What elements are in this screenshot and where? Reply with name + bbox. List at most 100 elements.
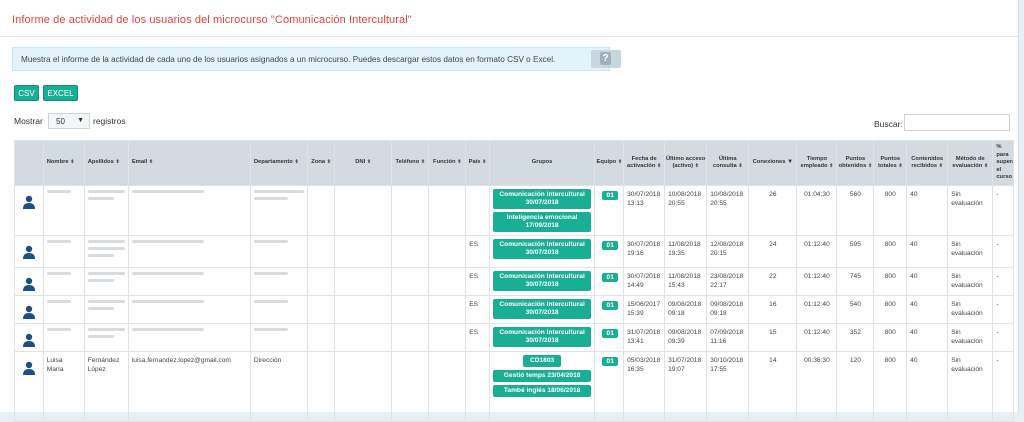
col-porcentaje[interactable]: % para superar el curso	[992, 140, 1014, 186]
col-contenidos[interactable]: Contenidos recibidos ⬍	[906, 140, 949, 186]
departamento-cell	[249, 323, 309, 352]
divider	[0, 36, 1018, 37]
consulta-cell-value: 07/09/2018 11:16	[710, 329, 744, 345]
acceso-cell-value: 11/08/2018 15:43	[668, 273, 701, 289]
csv-button[interactable]: CSV	[14, 85, 39, 101]
table-row[interactable]: Luisa María Fernández López luisa.fernande…	[14, 351, 1014, 422]
obtenidos-cell-value: 120	[849, 357, 861, 364]
funcion-cell	[428, 185, 467, 236]
funcion-cell	[428, 267, 467, 296]
col-departamento[interactable]: Departamento ⬍	[249, 140, 309, 186]
help-button[interactable]: ?	[591, 50, 621, 68]
metodo-cell-value: Sin evaluación	[951, 273, 983, 289]
table-row[interactable]: ES Comunicación Intercultural 30/07/2018 0…	[14, 295, 1014, 324]
excel-button[interactable]: EXCEL	[43, 85, 78, 101]
dni-cell	[333, 267, 393, 296]
telefono-cell	[391, 267, 430, 296]
table-row[interactable]: ES Comunicación Intercultural 30/07/2018 0…	[14, 267, 1014, 296]
contenidos-cell: 40	[906, 351, 949, 422]
pais-cell-value: ES	[469, 329, 478, 336]
porcentaje-cell: -	[992, 235, 1014, 268]
apellidos-cell	[83, 295, 129, 324]
metodo-cell: Sin evaluación	[947, 323, 994, 352]
porcentaje-cell-value: -	[996, 241, 999, 248]
departamento-cell	[249, 235, 309, 268]
grupos-cell: Comunicación Intercultural 30/07/2018 Int…	[488, 185, 596, 236]
col-email[interactable]: Email ⬍	[127, 140, 251, 186]
telefono-cell	[391, 323, 430, 352]
col-metodo[interactable]: Método de evaluación ⬍	[947, 140, 994, 186]
table-row[interactable]: Comunicación Intercultural 30/07/2018 Int…	[14, 185, 1014, 236]
col-equipo[interactable]: Equipo ⬍	[594, 140, 625, 186]
consulta-cell: 23/08/2018 22:17	[706, 267, 750, 296]
nombre-cell	[42, 295, 85, 324]
col-puntos-obtenidos[interactable]: Puntos obtenidos ⬍	[836, 140, 875, 186]
telefono-cell	[391, 295, 430, 324]
col-tiempo[interactable]: Tiempo empleado ⬍	[796, 140, 838, 186]
search-input[interactable]	[904, 114, 1010, 131]
col-puntos-totales[interactable]: Puntos totales ⬍	[873, 140, 908, 186]
obtenidos-cell-value: 560	[849, 191, 861, 198]
sort-icon: ⬍	[420, 159, 426, 166]
contenidos-cell-value: 40	[910, 329, 918, 336]
info-alert: Muestra el informe de la actividad de ca…	[12, 47, 621, 71]
pais-cell	[465, 185, 490, 236]
col-grupos[interactable]: Grupos	[488, 140, 596, 186]
sort-icon: ⬍	[983, 163, 989, 169]
sort-icon: ⬍	[617, 159, 623, 166]
user-icon	[22, 245, 35, 259]
length-suffix: registros	[93, 116, 126, 126]
redacted-text	[253, 300, 288, 303]
col-ultimo-acceso[interactable]: Último acceso (activo) ⬍	[664, 140, 708, 186]
table-header-row: Nombre ⬍ Apellidos ⬍ Email ⬍ Departament…	[14, 140, 1014, 186]
obtenidos-cell-value: 540	[849, 301, 861, 308]
contenidos-cell-value: 40	[910, 357, 918, 364]
user-icon	[22, 277, 35, 291]
email-cell-value: luisa.fernandez.lopez@gmail.com	[131, 357, 231, 364]
col-nombre[interactable]: Nombre ⬍	[42, 140, 85, 186]
porcentaje-cell-value: -	[996, 273, 999, 280]
tiempo-cell-value: 01:12:40	[804, 241, 830, 248]
group-badge: Comunicación Intercultural 30/07/2018	[492, 327, 592, 347]
conexiones-cell: 14	[748, 351, 798, 422]
avatar-cell	[14, 351, 44, 422]
redacted-text	[46, 300, 71, 303]
conexiones-cell-value: 26	[769, 191, 777, 198]
sort-icon: ⬍	[898, 163, 903, 169]
redacted-text	[253, 190, 305, 193]
col-conexiones[interactable]: Conexiones ▼	[748, 140, 798, 186]
group-badge: També inglés 18/06/2018	[492, 385, 592, 397]
dni-cell	[333, 351, 393, 422]
conexiones-cell: 16	[748, 295, 798, 324]
pais-cell: ES	[465, 295, 490, 324]
col-funcion[interactable]: Función ⬍	[428, 140, 467, 186]
col-dni[interactable]: DNI ⬍	[333, 140, 393, 186]
col-zona[interactable]: Zona ⬍	[307, 140, 335, 186]
redacted-text	[131, 240, 205, 243]
porcentaje-cell: -	[992, 185, 1014, 236]
activacion-cell: 15/06/2017 15:39	[623, 295, 666, 324]
acceso-cell: 09/08/2018 09:39	[664, 323, 708, 352]
consulta-cell-value: 09/08/2018 09:18	[710, 301, 744, 317]
porcentaje-cell-value: -	[996, 357, 999, 364]
col-apellidos[interactable]: Apellidos ⬍	[83, 140, 129, 186]
totales-cell: 800	[873, 235, 908, 268]
col-pais[interactable]: País ⬍	[465, 140, 490, 186]
table-row[interactable]: ES Comunicación Intercultural 30/07/2018 0…	[14, 323, 1014, 352]
zona-cell	[307, 235, 335, 268]
grupos-cell: Comunicación Intercultural 30/07/2018	[488, 235, 596, 268]
totales-cell: 800	[873, 295, 908, 324]
redacted-text	[87, 328, 125, 331]
col-fecha-activacion[interactable]: Fecha de activación ⬍	[623, 140, 666, 186]
activacion-cell-value: 30/07/2018 19:16	[627, 241, 661, 257]
col-telefono[interactable]: Teléfono ⬍	[391, 140, 430, 186]
redacted-text	[87, 247, 125, 250]
question-icon: ?	[600, 52, 611, 65]
col-ultima-consulta[interactable]: Última consulta ⬍	[706, 140, 750, 186]
email-cell	[127, 295, 251, 324]
contenidos-cell: 40	[906, 185, 949, 236]
table-row[interactable]: ES Comunicación Intercultural 30/07/2018 0…	[14, 235, 1014, 268]
apellidos-cell	[83, 235, 129, 268]
dni-cell	[333, 295, 393, 324]
page-length-select[interactable]: 50 ▼	[48, 113, 90, 129]
